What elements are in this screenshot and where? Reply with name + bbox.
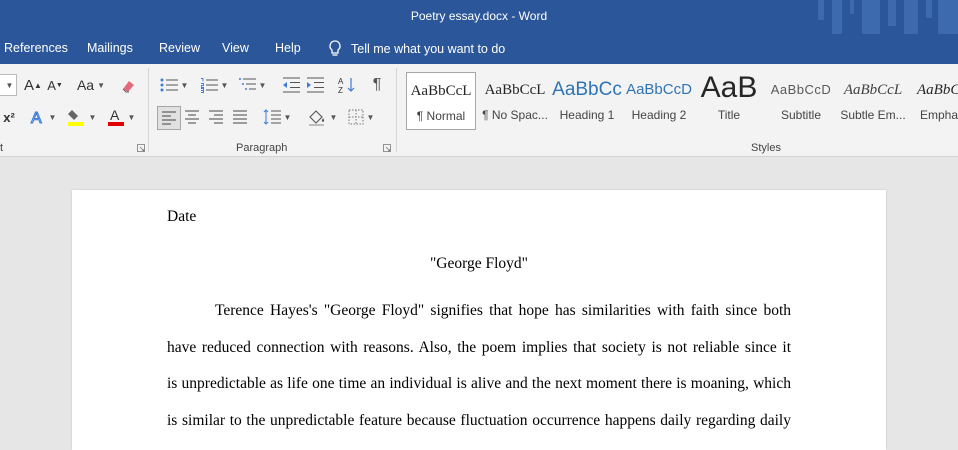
- align-right-icon: [209, 110, 223, 124]
- font-color-button[interactable]: A ▼: [104, 106, 138, 128]
- svg-text:A: A: [31, 110, 42, 126]
- align-right-button[interactable]: [205, 106, 227, 128]
- font-color-icon: A: [107, 107, 124, 126]
- styles-group-label: Styles: [751, 142, 781, 154]
- font-size-box[interactable]: ▼: [0, 74, 17, 96]
- numbering-button[interactable]: ▼: [198, 74, 230, 96]
- shrink-font-button[interactable]: A ▼: [46, 74, 64, 96]
- clear-formatting-button[interactable]: [118, 74, 140, 96]
- grow-font-button[interactable]: A ▲: [24, 74, 42, 96]
- tell-me-label: Tell me what you want to do: [351, 41, 506, 56]
- group-separator: [396, 68, 397, 152]
- style-heading-1[interactable]: AaBbCc Heading 1: [552, 72, 622, 130]
- pilcrow-icon: ¶: [372, 76, 382, 93]
- paint-bucket-icon: [308, 110, 324, 126]
- window-title: Poetry essay.docx - Word: [410, 9, 548, 23]
- borders-icon: [348, 109, 364, 125]
- multilevel-list-button[interactable]: ▼: [236, 74, 268, 96]
- align-left-icon: [162, 111, 176, 125]
- ribbon-tabs: References Mailings Review View Help Tel…: [0, 34, 958, 64]
- svg-text:A: A: [338, 77, 344, 86]
- justify-icon: [233, 110, 247, 124]
- paragraph-line: Terence Hayes's "George Floyd" signifies…: [215, 302, 791, 319]
- style-heading-2[interactable]: AaBbCcD Heading 2: [624, 72, 694, 130]
- document-title: "George Floyd": [429, 255, 529, 272]
- text-effects-button[interactable]: A ▼: [28, 106, 58, 128]
- increase-indent-button[interactable]: [304, 74, 326, 96]
- borders-button[interactable]: ▼: [344, 106, 378, 128]
- text-effects-icon: A: [30, 109, 42, 126]
- bullets-button[interactable]: ▼: [158, 74, 190, 96]
- style-emphasis[interactable]: AaBbC Empha: [912, 72, 958, 130]
- paragraph-group-label: Paragraph: [236, 142, 288, 154]
- align-left-button[interactable]: [157, 106, 181, 130]
- style-subtle-emphasis[interactable]: AaBbCcL Subtle Em...: [838, 72, 908, 130]
- decrease-indent-button[interactable]: [280, 74, 302, 96]
- sort-az-icon: A Z: [338, 77, 355, 94]
- align-center-button[interactable]: [181, 106, 203, 128]
- superscript-button[interactable]: x²: [0, 106, 18, 128]
- paragraph-line: is unpredictable as life one time an ind…: [167, 375, 791, 392]
- title-bar: Poetry essay.docx - Word: [0, 0, 958, 34]
- svg-text:Z: Z: [338, 86, 343, 94]
- font-group-label: t: [0, 142, 4, 154]
- style-title[interactable]: AaB Title: [694, 72, 764, 130]
- eraser-icon: [122, 81, 134, 93]
- paragraph-dialog-launcher-icon[interactable]: [383, 144, 391, 152]
- group-separator: [148, 68, 149, 152]
- highlight-button[interactable]: ▼: [64, 106, 98, 128]
- tell-me-search[interactable]: Tell me what you want to do: [328, 40, 505, 57]
- tab-view[interactable]: View: [222, 41, 249, 55]
- lightbulb-icon: [329, 40, 341, 56]
- document-date: Date: [167, 208, 197, 225]
- shading-button[interactable]: ▼: [304, 106, 340, 128]
- paragraph-line: have reduced connection with reasons. Al…: [167, 339, 791, 356]
- increase-indent-icon: [307, 77, 324, 93]
- document-page[interactable]: Date "George Floyd" Terence Hayes's "Geo…: [72, 190, 886, 450]
- highlighter-icon: [67, 110, 84, 126]
- paragraph-line: is similar to the unpredictable feature …: [167, 412, 791, 429]
- ribbon: ▼ A ▲ A ▼ Aa ▼ x² A ▼ ▼ A ▼ t ▼ ▼ ▼ A Z …: [0, 64, 958, 157]
- line-spacing-icon: [263, 109, 281, 125]
- justify-button[interactable]: [229, 106, 251, 128]
- tab-references[interactable]: References: [4, 41, 68, 55]
- multilevel-list-icon: [238, 78, 256, 90]
- style-subtitle[interactable]: AaBbCcD Subtitle: [766, 72, 836, 130]
- sort-button[interactable]: A Z: [336, 74, 358, 96]
- bullet-list-icon: [160, 78, 178, 92]
- tab-review[interactable]: Review: [159, 41, 200, 55]
- svg-text:A: A: [110, 107, 120, 123]
- style-no-spacing[interactable]: AaBbCcL ¶ No Spac...: [480, 72, 550, 130]
- decrease-indent-icon: [283, 77, 300, 93]
- line-spacing-button[interactable]: ▼: [260, 106, 294, 128]
- align-center-icon: [185, 110, 199, 124]
- title-bar-pattern: [818, 0, 958, 34]
- numbered-list-icon: [200, 78, 218, 93]
- font-dialog-launcher-icon[interactable]: [137, 144, 145, 152]
- tab-help[interactable]: Help: [275, 41, 301, 55]
- tab-mailings[interactable]: Mailings: [87, 41, 133, 55]
- show-formatting-button[interactable]: ¶: [366, 74, 388, 96]
- chevron-down-icon: ▼: [5, 80, 14, 90]
- style-normal[interactable]: AaBbCcL ¶ Normal: [406, 72, 476, 130]
- change-case-button[interactable]: Aa ▼: [74, 74, 108, 96]
